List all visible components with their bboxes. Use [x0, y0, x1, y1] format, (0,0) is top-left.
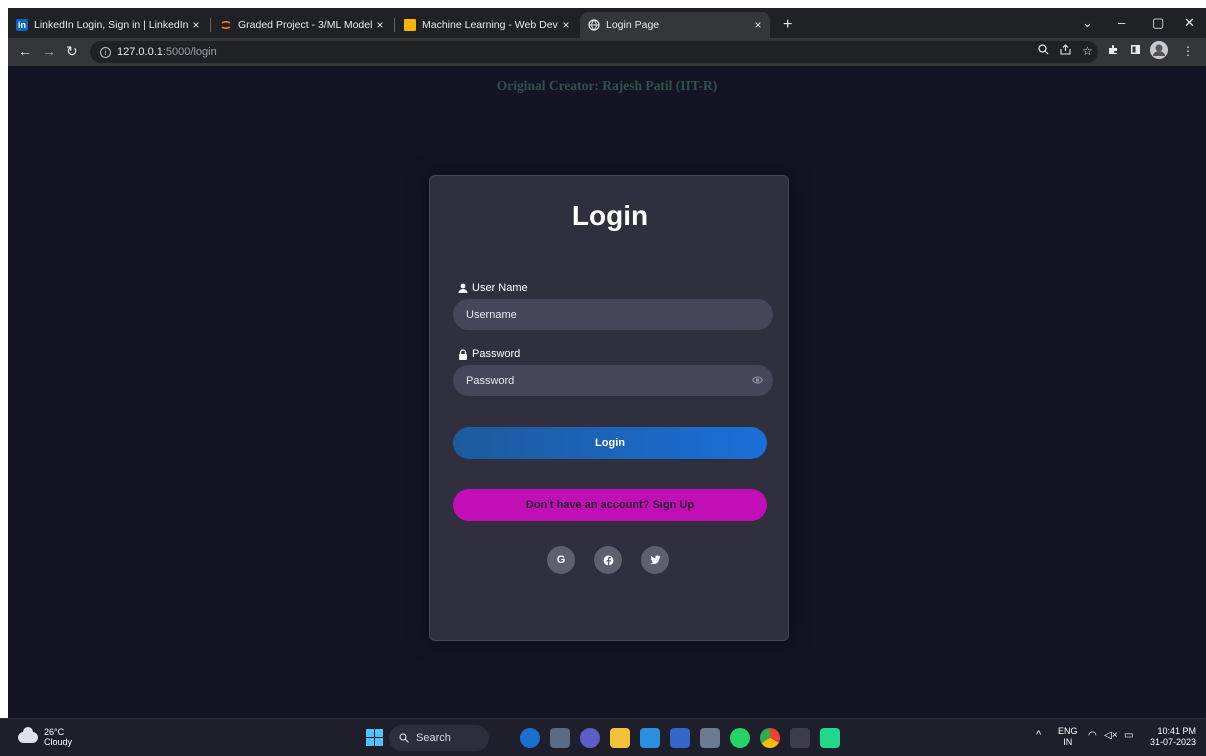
url-path: :5000/login [162, 46, 217, 58]
bing-app-icon[interactable] [520, 728, 540, 748]
task-view-icon[interactable] [550, 728, 570, 748]
taskbar-search[interactable]: Search [389, 725, 489, 751]
username-input[interactable]: Username [453, 299, 773, 330]
clock-time: 10:41 PM [1157, 726, 1197, 736]
chrome-menu-icon[interactable]: ⋮ [1182, 44, 1194, 58]
tab-machine-learning[interactable]: Machine Learning - Web Develo × [396, 12, 578, 38]
username-label-text: User Name [472, 282, 528, 294]
language-indicator[interactable]: ENG IN [1058, 726, 1078, 748]
weather-widget[interactable]: 26°C Cloudy [18, 726, 73, 747]
tab-title: Login Page [606, 19, 660, 31]
wifi-icon[interactable]: ◠ [1088, 730, 1097, 741]
tab-title: Machine Learning - Web Develo [422, 19, 558, 31]
weather-temp: 26°C [44, 727, 65, 737]
password-label-text: Password [472, 348, 521, 360]
password-placeholder: Password [466, 374, 515, 387]
screen: in LinkedIn Login, Sign in | LinkedIn × … [0, 0, 1206, 756]
tab-title: LinkedIn Login, Sign in | LinkedIn [34, 19, 188, 31]
back-arrow-icon[interactable]: ← [18, 43, 32, 59]
tab-close-icon[interactable]: × [750, 18, 766, 32]
jupyter-icon [220, 19, 232, 31]
browser-toolbar: ← → ↻ i 127.0.0.1:5000/login ☆ ⋮ [8, 38, 1206, 66]
tab-separator [394, 18, 395, 32]
login-heading: Login [571, 200, 649, 231]
battery-icon[interactable]: ▭ [1124, 730, 1133, 741]
user-icon [458, 283, 468, 293]
lang-bottom: IN [1063, 737, 1073, 747]
windows-start-icon[interactable] [366, 729, 383, 746]
cloud-icon [18, 726, 38, 743]
side-panel-icon[interactable] [1130, 44, 1141, 58]
username-label: User Name [458, 282, 528, 294]
tab-login-page[interactable]: Login Page × [580, 12, 770, 38]
facebook-icon[interactable] [594, 546, 622, 574]
login-card: Login User Name Username Password Passwo… [429, 175, 789, 641]
profile-avatar-icon[interactable] [1150, 41, 1168, 62]
search-label: Search [416, 732, 451, 744]
password-input[interactable]: Password [453, 365, 773, 396]
mail-icon[interactable] [700, 728, 720, 748]
signup-button[interactable]: Don't have an account? Sign Up [453, 489, 767, 521]
bookmark-star-icon[interactable]: ☆ [1082, 44, 1093, 58]
weather-desc: Cloudy [44, 737, 73, 747]
pycharm-icon[interactable] [670, 728, 690, 748]
forward-arrow-icon[interactable]: → [42, 43, 56, 59]
restore-icon[interactable]: ▢ [1152, 15, 1164, 31]
extensions-icon[interactable] [1108, 44, 1119, 58]
terminal-icon[interactable] [790, 728, 810, 748]
url-host: 127.0.0.1 [117, 46, 163, 58]
tab-separator [210, 18, 211, 32]
pycharm-ce-icon[interactable] [820, 728, 840, 748]
creator-credit: Original Creator: Rajesh Patil (IIT-R) [496, 78, 718, 93]
zoom-icon[interactable] [1038, 44, 1049, 58]
tab-title: Graded Project - 3/ML Model/ [238, 19, 372, 31]
speaker-muted-icon[interactable]: ◁× [1104, 730, 1118, 741]
book-icon [404, 19, 416, 31]
tab-close-icon[interactable]: × [372, 18, 388, 32]
search-icon [399, 733, 409, 743]
chrome-app-icon[interactable] [760, 728, 780, 748]
lock-icon [459, 348, 467, 360]
globe-icon [588, 19, 600, 31]
lang-top: ENG [1058, 726, 1078, 736]
minimize-icon[interactable]: – [1118, 15, 1125, 30]
url-text[interactable]: 127.0.0.1:5000/login [117, 46, 217, 58]
tray-chevron-icon[interactable]: ^ [1036, 730, 1041, 741]
address-bar[interactable]: i 127.0.0.1:5000/login [90, 41, 1098, 63]
clock-date: 31-07-2023 [1150, 737, 1197, 747]
browser-tab-strip: in LinkedIn Login, Sign in | LinkedIn × … [8, 8, 1206, 38]
linkedin-icon: in [16, 19, 28, 31]
tab-graded-project[interactable]: Graded Project - 3/ML Model/ × [212, 12, 392, 38]
close-window-icon[interactable]: ✕ [1184, 15, 1195, 31]
login-button[interactable]: Login [453, 427, 767, 459]
whatsapp-icon[interactable] [730, 728, 750, 748]
tab-close-icon[interactable]: × [188, 18, 204, 32]
eye-icon[interactable] [751, 375, 764, 387]
file-explorer-icon[interactable] [610, 728, 630, 748]
vscode-icon[interactable] [640, 728, 660, 748]
reload-icon[interactable]: ↻ [66, 43, 78, 60]
password-label: Password [458, 348, 520, 360]
teams-chat-icon[interactable] [580, 728, 600, 748]
tab-close-icon[interactable]: × [558, 18, 574, 32]
page-viewport: Original Creator: Rajesh Patil (IIT-R) L… [8, 66, 1206, 718]
google-icon[interactable]: G [547, 546, 575, 574]
share-icon[interactable] [1060, 44, 1071, 58]
clock[interactable]: 10:41 PM 31-07-2023 [1150, 726, 1196, 748]
windows-taskbar: 26°C Cloudy Search ^ ENG IN ◠ ◁× ▭ 10:41… [0, 718, 1206, 756]
tab-linkedin[interactable]: in LinkedIn Login, Sign in | LinkedIn × [8, 12, 208, 38]
new-tab-button[interactable]: + [783, 16, 792, 34]
username-placeholder: Username [466, 308, 517, 321]
twitter-icon[interactable] [641, 546, 669, 574]
tab-search-chevron-icon[interactable]: ⌄ [1082, 15, 1093, 31]
site-info-icon[interactable]: i [100, 46, 111, 58]
